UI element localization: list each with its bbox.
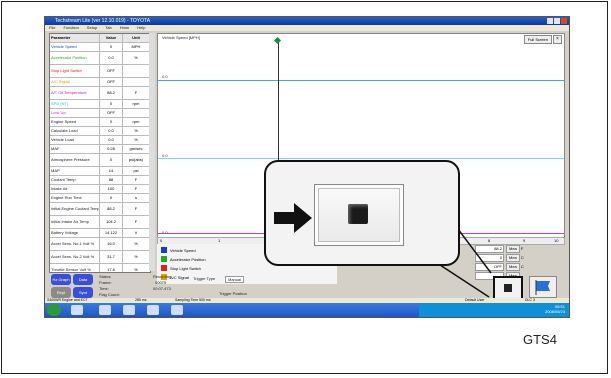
figure-caption: GTS4 xyxy=(523,332,557,347)
stop-icon-large xyxy=(348,204,368,224)
pointer-arrow-icon xyxy=(274,203,312,233)
figure-frame: Techstream Lite (ver 12.10.019) - TOYOTA… xyxy=(1,1,608,374)
stop-button-zoomed[interactable] xyxy=(314,184,404,246)
